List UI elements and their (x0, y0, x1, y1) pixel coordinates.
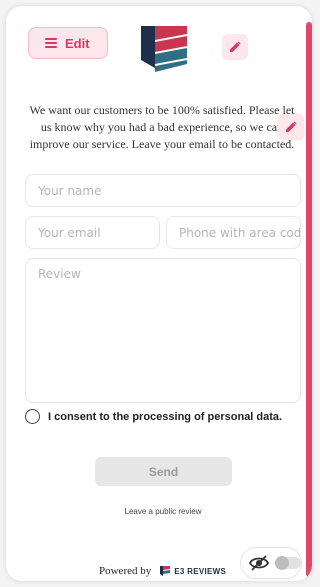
review-textarea[interactable]: Review (25, 258, 301, 403)
public-review-link[interactable]: Leave a public review (6, 507, 312, 516)
brand-logo[interactable]: E3 REVIEWS (159, 565, 226, 577)
toggle-knob (275, 556, 289, 570)
phone-input[interactable]: Phone with area code (166, 216, 301, 249)
toggle-switch[interactable] (275, 556, 301, 570)
pencil-icon (286, 121, 297, 132)
send-button[interactable]: Send (95, 457, 232, 486)
email-placeholder: Your email (38, 225, 101, 240)
phone-placeholder: Phone with area code (179, 225, 301, 240)
feedback-message: We want our customers to be 100% satisfi… (29, 103, 295, 151)
consent-label: I consent to the processing of personal … (48, 410, 283, 423)
consent-checkbox[interactable] (25, 409, 40, 424)
card-accent-bar (306, 22, 312, 577)
powered-by-label: Powered by (99, 565, 152, 577)
pencil-icon (230, 41, 241, 52)
review-placeholder: Review (38, 267, 81, 281)
edit-button[interactable]: Edit (28, 27, 108, 59)
edit-button-label: Edit (65, 35, 90, 51)
name-input[interactable]: Your name (25, 174, 301, 207)
edit-header-button[interactable] (222, 34, 248, 60)
name-placeholder: Your name (38, 183, 102, 198)
edit-message-button[interactable] (278, 114, 304, 140)
email-input[interactable]: Your email (25, 216, 160, 249)
brand-name: E3 REVIEWS (174, 566, 227, 576)
feedback-card: Edit We want our customers to be 100% sa… (6, 6, 312, 581)
eye-off-icon (249, 555, 269, 571)
page-background: Edit We want our customers to be 100% sa… (0, 0, 320, 587)
visibility-toggle[interactable] (240, 547, 302, 579)
consent-row: I consent to the processing of personal … (25, 409, 282, 424)
powered-by: Powered by E3 REVIEWS (99, 565, 226, 577)
shield-logo-icon (141, 26, 187, 72)
brand-shield-icon (160, 566, 171, 576)
hamburger-menu-icon (45, 38, 57, 48)
